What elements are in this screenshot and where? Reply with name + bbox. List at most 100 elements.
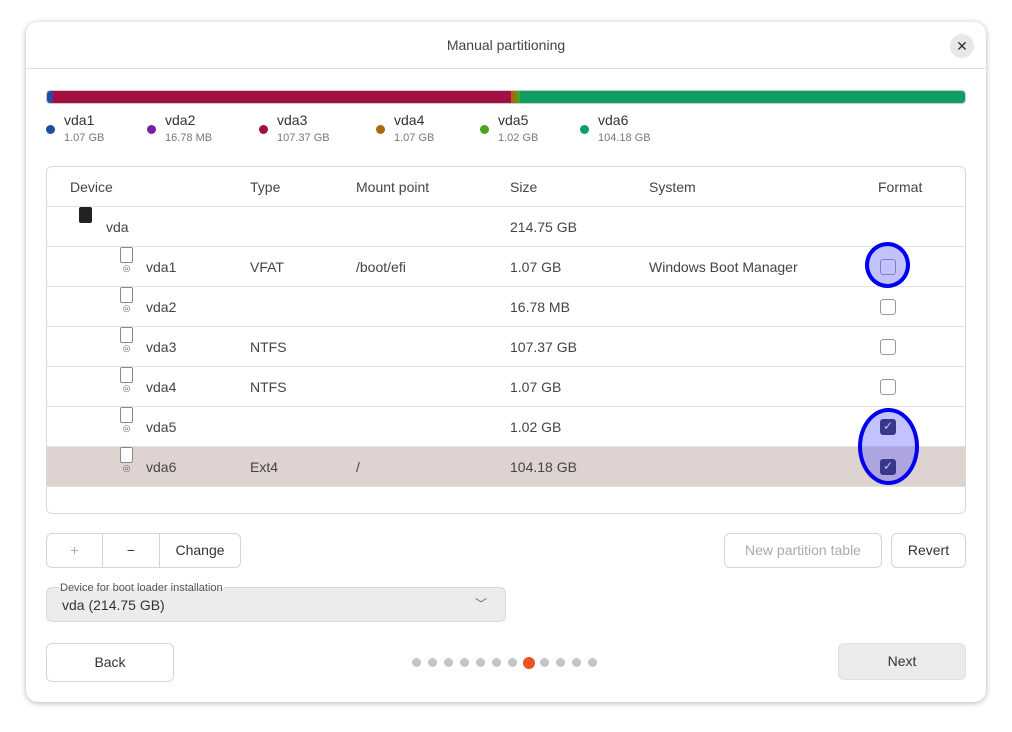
remove-partition-button[interactable]: − (103, 534, 160, 567)
legend-name: vda5 (498, 112, 529, 128)
cell-mount-point: / (356, 459, 360, 475)
cell-size: 104.18 GB (510, 459, 577, 475)
cell-device: vda2 (146, 299, 177, 315)
title-separator (26, 68, 986, 69)
cell-device: vda3 (146, 339, 177, 355)
manual-partitioning-window: Manual partitioning ✕ vda1 1.07 GB vda2 16.… (26, 22, 986, 702)
bootloader-value: vda (214.75 GB) (62, 597, 165, 613)
table-row[interactable]: ◎ vda4 NTFS 1.07 GB (47, 367, 965, 407)
disk-icon: ◎ (120, 247, 133, 273)
disk-icon: ◎ (120, 327, 133, 353)
header-format: Format (878, 179, 923, 195)
partition-usage-bar (46, 90, 966, 104)
cell-device: vda1 (146, 259, 177, 275)
cell-mount-point: /boot/efi (356, 259, 406, 275)
cell-type: NTFS (250, 379, 287, 395)
cell-size: 214.75 GB (510, 219, 577, 235)
header-type: Type (250, 179, 281, 195)
revert-button[interactable]: Revert (891, 533, 966, 568)
disk-icon: ◎ (120, 447, 133, 473)
add-partition-button[interactable]: + (47, 534, 103, 567)
header-mount-point: Mount point (356, 179, 430, 195)
page-dot (572, 658, 581, 667)
page-dot (444, 658, 453, 667)
page-dot (412, 658, 421, 667)
cell-size: 1.02 GB (510, 419, 562, 435)
bar-segment-vda3 (52, 91, 512, 103)
legend-name: vda4 (394, 112, 425, 128)
legend-size: 1.07 GB (64, 132, 105, 144)
bootloader-label: Device for boot loader installation (59, 582, 224, 594)
header-device: Device (70, 179, 113, 195)
legend-dot (480, 125, 489, 134)
format-checkbox[interactable]: ✓ (880, 419, 896, 435)
legend-name: vda1 (64, 112, 95, 128)
next-button[interactable]: Next (838, 643, 966, 680)
format-checkbox[interactable] (880, 299, 896, 315)
disk-icon: ◎ (120, 367, 133, 393)
legend-dot (376, 125, 385, 134)
cell-size: 1.07 GB (510, 259, 562, 275)
page-dot (556, 658, 565, 667)
legend-size: 107.37 GB (277, 132, 330, 144)
legend-size: 1.02 GB (498, 132, 539, 144)
page-dot (428, 658, 437, 667)
page-dot (508, 658, 517, 667)
cell-device: vda6 (146, 459, 177, 475)
page-dot (460, 658, 469, 667)
back-button[interactable]: Back (46, 643, 174, 682)
table-row[interactable]: ◎ vda2 16.78 MB (47, 287, 965, 327)
cell-size: 107.37 GB (510, 339, 577, 355)
cell-size: 16.78 MB (510, 299, 570, 315)
page-dot-active (522, 656, 535, 669)
chevron-down-icon: ﹀ (474, 597, 487, 611)
legend-size: 16.78 MB (165, 132, 213, 144)
legend-dot (259, 125, 268, 134)
legend-dot (46, 125, 55, 134)
legend-size: 1.07 GB (394, 132, 435, 144)
cell-type: Ext4 (250, 459, 279, 475)
format-checkbox[interactable] (880, 379, 896, 395)
cell-type: VFAT (250, 259, 284, 275)
window-title: Manual partitioning (446, 37, 566, 53)
legend-name: vda2 (165, 112, 196, 128)
legend-dot (147, 125, 156, 134)
disk-icon: ◎ (120, 287, 133, 313)
page-dot (588, 658, 597, 667)
table-row[interactable]: ◎ vda 214.75 GB (47, 207, 965, 247)
cell-size: 1.07 GB (510, 379, 562, 395)
legend-name: vda6 (598, 112, 629, 128)
disk-icon: ◎ (79, 207, 92, 232)
format-checkbox[interactable]: ✓ (880, 459, 896, 475)
table-row[interactable]: ◎ vda3 NTFS 107.37 GB (47, 327, 965, 367)
page-dot (476, 658, 485, 667)
page-dot (540, 658, 549, 667)
disk-icon: ◎ (120, 407, 133, 433)
legend-size: 104.18 GB (598, 132, 651, 144)
header-size: Size (510, 179, 538, 195)
header-system: System (649, 179, 696, 195)
cell-device: vda4 (146, 379, 177, 395)
cell-device: vda (106, 219, 129, 235)
format-checkbox[interactable] (880, 339, 896, 355)
table-row[interactable]: ◎ vda1 VFAT /boot/efi 1.07 GB Windows Bo… (47, 247, 965, 287)
legend-name: vda3 (277, 112, 308, 128)
table-row[interactable]: ◎ vda5 1.02 GB ✓ (47, 407, 965, 447)
partition-table: Device Type Mount point Size System Form… (46, 166, 966, 514)
table-row[interactable]: ◎ vda6 Ext4 / 104.18 GB ✓ (47, 447, 965, 487)
format-checkbox[interactable] (880, 259, 896, 275)
partition-actions: + − Change (46, 533, 241, 568)
bar-segment-vda6 (520, 91, 965, 103)
legend-dot (580, 125, 589, 134)
close-button[interactable]: ✕ (950, 34, 974, 58)
partition-legend: vda1 1.07 GB vda2 16.78 MB vda3 107.37 GB vda4… (46, 112, 966, 148)
cell-device: vda5 (146, 419, 177, 435)
cell-type: NTFS (250, 339, 287, 355)
bootloader-device-select[interactable]: Device for boot loader installation vda … (46, 582, 506, 622)
close-icon: ✕ (956, 38, 968, 54)
page-dot (492, 658, 501, 667)
table-header: Device Type Mount point Size System Form… (47, 167, 965, 207)
new-partition-table-button[interactable]: New partition table (724, 533, 882, 568)
change-partition-button[interactable]: Change (160, 534, 240, 567)
cell-system: Windows Boot Manager (649, 259, 798, 275)
